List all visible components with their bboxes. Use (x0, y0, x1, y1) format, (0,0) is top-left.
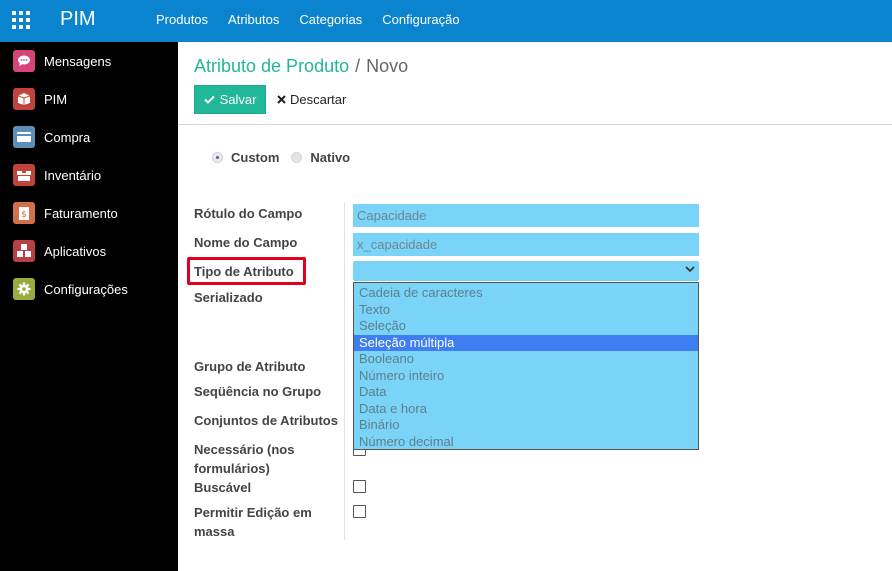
tipo-select[interactable] (353, 261, 699, 281)
sidebar-item-pim[interactable]: PIM (13, 87, 67, 111)
origin-radio-group: Custom Nativo (212, 150, 362, 165)
radio-custom-label[interactable]: Custom (231, 150, 279, 165)
sidebar-item-aplicativos[interactable]: Aplicativos (13, 239, 106, 263)
breadcrumb: Atributo de Produto / Novo (194, 56, 408, 77)
form-divider (344, 202, 345, 540)
label-conjuntos: Conjuntos de Atributos (194, 413, 338, 428)
boxes-icon (13, 164, 35, 186)
discard-button-label: Descartar (290, 92, 347, 107)
rotulo-input-placeholder: Capacidade (357, 208, 427, 223)
discard-button[interactable]: Descartar (277, 85, 346, 114)
tipo-dropdown-list: Cadeia de caracteres Texto Seleção Seleç… (353, 282, 699, 450)
invoice-icon: $ (13, 202, 35, 224)
sidebar-item-label: Mensagens (44, 53, 112, 69)
rotulo-input[interactable]: Capacidade (353, 204, 699, 227)
dropdown-option[interactable]: Cadeia de caracteres (354, 285, 698, 302)
sidebar-item-label: Compra (44, 129, 91, 145)
dropdown-option[interactable]: Número inteiro (354, 368, 698, 385)
dropdown-option[interactable]: Data e hora (354, 401, 698, 418)
label-necessario: Necessário (nos formulários) (194, 442, 295, 476)
menu-produtos[interactable]: Produtos (156, 12, 208, 27)
top-menu: Produtos Atributos Categorias Configuraç… (156, 12, 460, 27)
breadcrumb-separator: / (355, 56, 361, 76)
dropdown-option[interactable]: Booleano (354, 351, 698, 368)
dropdown-option[interactable]: Número decimal (354, 434, 698, 451)
divider (178, 124, 892, 125)
credit-card-icon (13, 126, 35, 148)
highlight-annotation-box (187, 257, 306, 285)
app-brand[interactable]: PIM (60, 8, 96, 31)
breadcrumb-parent-link[interactable]: Atributo de Produto (194, 56, 349, 76)
svg-text:$: $ (21, 210, 27, 220)
sidebar: Mensagens PIM Compra Inventário $ Fatura… (0, 42, 178, 571)
chevron-down-icon (685, 264, 695, 276)
sidebar-item-label: Faturamento (44, 205, 118, 221)
close-icon (277, 92, 286, 107)
nome-input-value: x_capacidade (357, 237, 438, 252)
sidebar-item-label: PIM (44, 91, 68, 107)
dropdown-option-highlighted[interactable]: Seleção múltipla (354, 334, 698, 351)
nome-input[interactable]: x_capacidade (353, 233, 699, 256)
label-permitir: Permitir Edição em massa (194, 505, 312, 539)
apps-grid-icon[interactable] (12, 11, 30, 29)
label-nome: Nome do Campo (194, 235, 298, 250)
top-navbar: PIM Produtos Atributos Categorias Config… (0, 0, 892, 42)
check-icon (203, 92, 215, 107)
sidebar-item-inventario[interactable]: Inventário (13, 163, 101, 187)
label-buscavel: Buscável (194, 480, 252, 495)
dropdown-option[interactable]: Texto (354, 302, 698, 319)
save-button[interactable]: Salvar (194, 85, 266, 114)
radio-custom[interactable] (212, 152, 223, 163)
breadcrumb-current: Novo (366, 56, 409, 76)
sidebar-item-compra[interactable]: Compra (13, 125, 90, 149)
main-content: Atributo de Produto / Novo Salvar Descarta… (178, 42, 892, 571)
dropdown-option[interactable]: Binário (354, 417, 698, 434)
menu-configuracao[interactable]: Configuração (382, 12, 459, 27)
sidebar-item-label: Inventário (44, 167, 102, 183)
cubes-icon (13, 240, 35, 262)
sidebar-item-label: Aplicativos (44, 243, 107, 259)
sidebar-item-configuracoes[interactable]: Configurações (13, 277, 128, 301)
gear-icon (13, 278, 35, 300)
sidebar-item-mensagens[interactable]: Mensagens (13, 49, 111, 73)
menu-categorias[interactable]: Categorias (299, 12, 362, 27)
label-grupo: Grupo de Atributo (194, 359, 306, 374)
radio-nativo-label[interactable]: Nativo (310, 150, 350, 165)
radio-nativo[interactable] (291, 152, 303, 163)
label-rotulo: Rótulo do Campo (194, 206, 303, 221)
sidebar-item-label: Configurações (44, 281, 128, 297)
sidebar-item-faturamento[interactable]: $ Faturamento (13, 201, 118, 225)
label-serializado: Serializado (194, 290, 263, 305)
buscavel-checkbox[interactable] (353, 480, 366, 493)
chat-bubble-icon (13, 50, 35, 72)
save-button-label: Salvar (219, 92, 257, 107)
box-icon (13, 88, 35, 110)
dropdown-option[interactable]: Data (354, 384, 698, 401)
label-sequencia: Seqüência no Grupo (194, 384, 322, 399)
menu-atributos[interactable]: Atributos (228, 12, 279, 27)
dropdown-option[interactable]: Seleção (354, 318, 698, 335)
permitir-checkbox[interactable] (353, 505, 366, 518)
